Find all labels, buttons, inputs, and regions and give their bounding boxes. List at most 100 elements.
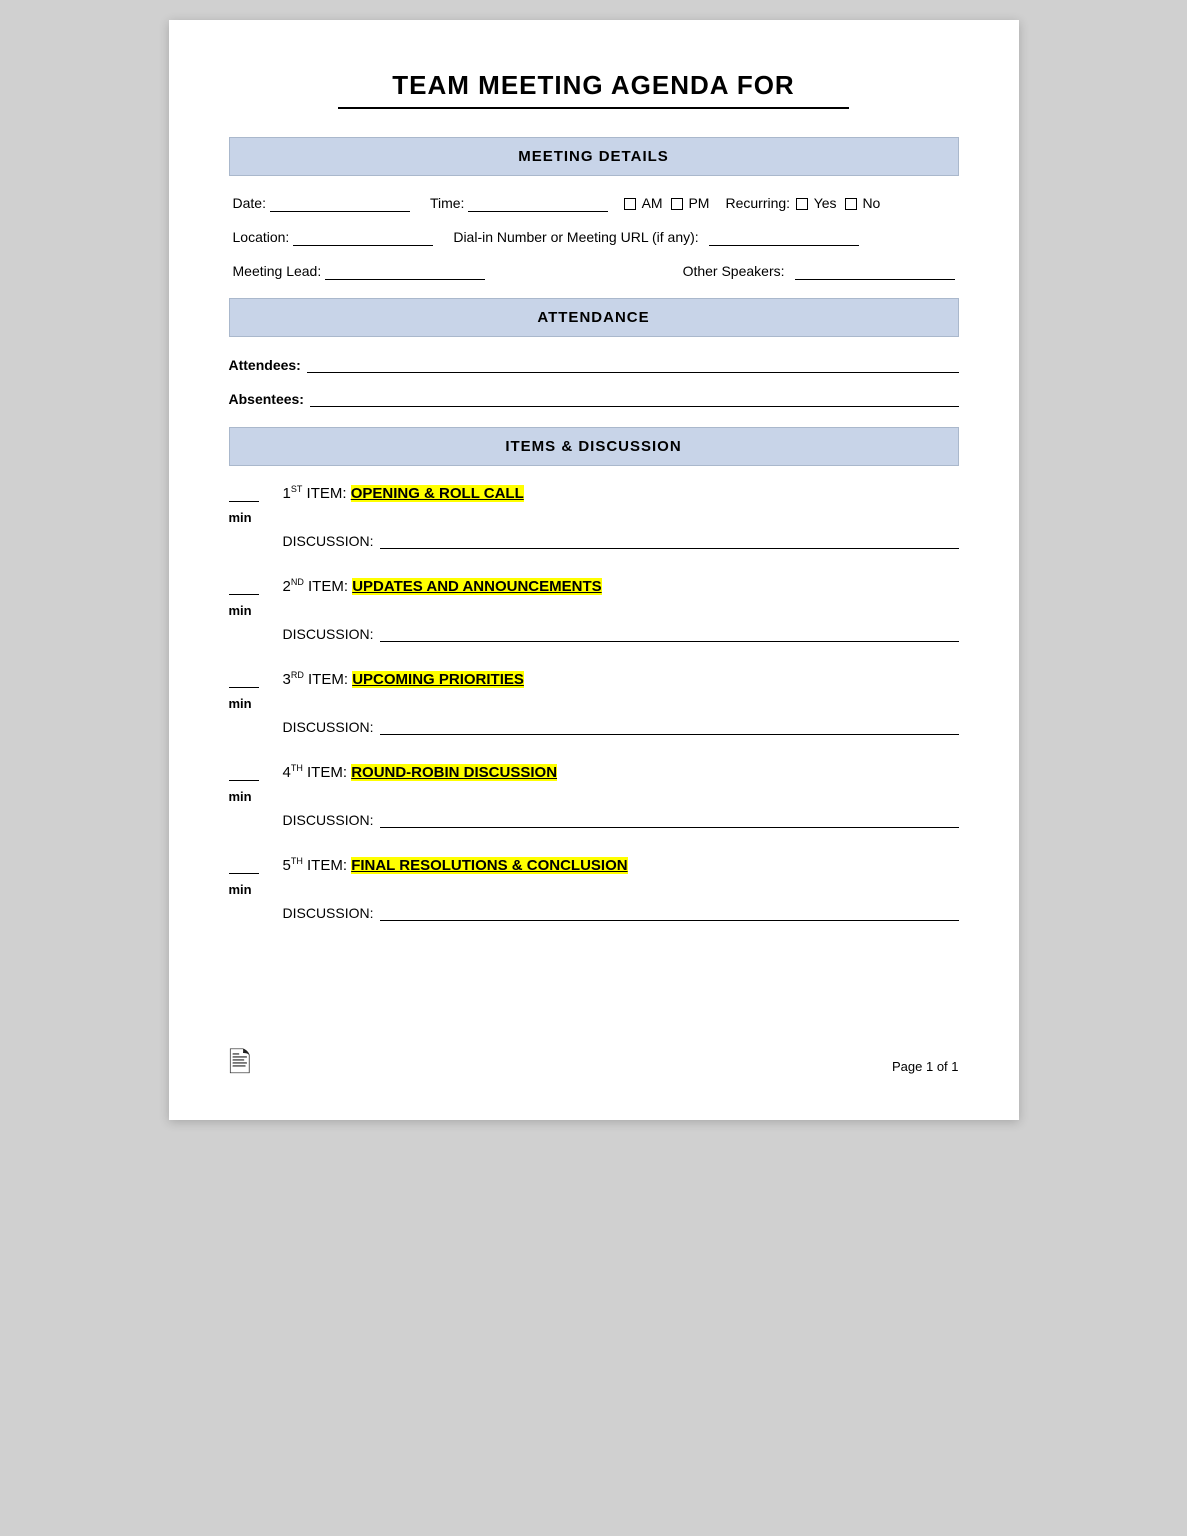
pm-checkbox[interactable] <box>671 198 683 210</box>
item-2-header-row: min 2ND ITEM: UPDATES AND ANNOUNCEMENTS <box>229 577 959 620</box>
item-3-min-blank[interactable] <box>229 670 259 688</box>
am-label: AM <box>642 195 663 211</box>
agenda-item-4: min 4TH ITEM: ROUND-ROBIN DISCUSSION DIS… <box>229 763 959 828</box>
document-page: TEAM MEETING AGENDA FOR MEETING DETAILS … <box>169 20 1019 1120</box>
details-row-3: Meeting Lead: Other Speakers: <box>233 262 955 280</box>
no-checkbox-wrapper: No <box>845 195 881 211</box>
footer: 🖹 Page 1 of 1 <box>229 1042 959 1090</box>
item-2-discussion-label: DISCUSSION: <box>283 626 374 642</box>
details-row-2: Location: Dial-in Number or Meeting URL … <box>233 228 955 246</box>
agenda-item-2: min 2ND ITEM: UPDATES AND ANNOUNCEMENTS … <box>229 577 959 642</box>
dialin-label: Dial-in Number or Meeting URL (if any): <box>453 229 698 245</box>
agenda-item-3: min 3RD ITEM: UPCOMING PRIORITIES DISCUS… <box>229 670 959 735</box>
attendees-row: Attendees: <box>229 355 959 373</box>
item-2-discussion-field[interactable] <box>380 624 959 642</box>
meeting-lead-field[interactable] <box>325 262 485 280</box>
yes-checkbox-wrapper: Yes <box>796 195 836 211</box>
item-3-discussion-row: DISCUSSION: <box>283 717 959 735</box>
item-2-min-label: min <box>229 603 252 618</box>
title-underline <box>338 107 849 109</box>
location-label: Location: <box>233 229 290 245</box>
item-2-title: 2ND ITEM: UPDATES AND ANNOUNCEMENTS <box>283 577 959 595</box>
am-checkbox-wrapper: AM <box>624 195 662 211</box>
footer-page-label: Page 1 of 1 <box>892 1059 959 1074</box>
item-4-discussion-field[interactable] <box>380 810 959 828</box>
other-speakers-field[interactable] <box>795 262 955 280</box>
item-4-min-blank[interactable] <box>229 763 259 781</box>
item-5-discussion-row: DISCUSSION: <box>283 903 959 921</box>
item-1-header-row: min 1ST ITEM: OPENING & ROLL CALL <box>229 484 959 527</box>
am-checkbox[interactable] <box>624 198 636 210</box>
attendance-header: ATTENDANCE <box>229 298 959 337</box>
meeting-lead-label: Meeting Lead: <box>233 263 322 279</box>
date-field[interactable] <box>270 194 410 212</box>
item-3-discussion-field[interactable] <box>380 717 959 735</box>
dialin-field[interactable] <box>709 228 859 246</box>
absentees-field[interactable] <box>310 389 959 407</box>
item-1-discussion-label: DISCUSSION: <box>283 533 374 549</box>
meeting-details-header: MEETING DETAILS <box>229 137 959 176</box>
item-2-name: UPDATES AND ANNOUNCEMENTS <box>352 578 601 595</box>
agenda-item-1: min 1ST ITEM: OPENING & ROLL CALL DISCUS… <box>229 484 959 549</box>
item-1-min-col: min <box>229 484 283 527</box>
item-3-title: 3RD ITEM: UPCOMING PRIORITIES <box>283 670 959 688</box>
footer-icon: 🖹 <box>229 1042 252 1090</box>
item-4-ordinal: 4TH ITEM: <box>283 764 352 781</box>
item-5-discussion-label: DISCUSSION: <box>283 905 374 921</box>
document-title: TEAM MEETING AGENDA FOR <box>229 70 959 101</box>
item-3-min-label: min <box>229 696 252 711</box>
yes-label: Yes <box>814 195 837 211</box>
item-4-discussion-row: DISCUSSION: <box>283 810 959 828</box>
pm-checkbox-wrapper: PM <box>671 195 710 211</box>
other-speakers-label: Other Speakers: <box>683 263 785 279</box>
yes-checkbox[interactable] <box>796 198 808 210</box>
agenda-item-5: min 5TH ITEM: FINAL RESOLUTIONS & CONCLU… <box>229 856 959 921</box>
item-5-min-col: min <box>229 856 283 899</box>
meeting-details-grid: Date: Time: AM PM Recurring: Yes No <box>229 194 959 280</box>
location-field[interactable] <box>293 228 433 246</box>
items-header: ITEMS & DISCUSSION <box>229 427 959 466</box>
item-3-min-col: min <box>229 670 283 713</box>
item-1-ordinal: 1ST ITEM: <box>283 485 351 502</box>
item-5-discussion-field[interactable] <box>380 903 959 921</box>
attendees-label: Attendees: <box>229 357 301 373</box>
no-checkbox[interactable] <box>845 198 857 210</box>
item-1-name: OPENING & ROLL CALL <box>351 485 524 502</box>
item-3-discussion-label: DISCUSSION: <box>283 719 374 735</box>
item-5-name: FINAL RESOLUTIONS & CONCLUSION <box>351 857 627 874</box>
item-2-min-blank[interactable] <box>229 577 259 595</box>
item-4-title: 4TH ITEM: ROUND-ROBIN DISCUSSION <box>283 763 959 781</box>
items-section: min 1ST ITEM: OPENING & ROLL CALL DISCUS… <box>229 484 959 921</box>
pm-label: PM <box>688 195 709 211</box>
date-label: Date: <box>233 195 266 211</box>
item-2-ordinal: 2ND ITEM: <box>283 578 353 595</box>
item-1-discussion-field[interactable] <box>380 531 959 549</box>
item-4-min-col: min <box>229 763 283 806</box>
item-5-min-label: min <box>229 882 252 897</box>
item-5-min-blank[interactable] <box>229 856 259 874</box>
item-1-min-label: min <box>229 510 252 525</box>
attendees-field[interactable] <box>307 355 959 373</box>
details-row-1: Date: Time: AM PM Recurring: Yes No <box>233 194 955 212</box>
recurring-label: Recurring: <box>725 195 790 211</box>
item-4-min-label: min <box>229 789 252 804</box>
item-3-header-row: min 3RD ITEM: UPCOMING PRIORITIES <box>229 670 959 713</box>
item-5-title: 5TH ITEM: FINAL RESOLUTIONS & CONCLUSION <box>283 856 959 874</box>
item-1-min-blank[interactable] <box>229 484 259 502</box>
item-5-ordinal: 5TH ITEM: <box>283 857 352 874</box>
item-4-name: ROUND-ROBIN DISCUSSION <box>351 764 557 781</box>
item-1-title: 1ST ITEM: OPENING & ROLL CALL <box>283 484 959 502</box>
attendance-section: Attendees: Absentees: <box>229 355 959 407</box>
item-3-ordinal: 3RD ITEM: <box>283 671 353 688</box>
time-label: Time: <box>430 195 464 211</box>
item-2-discussion-row: DISCUSSION: <box>283 624 959 642</box>
item-1-discussion-row: DISCUSSION: <box>283 531 959 549</box>
absentees-label: Absentees: <box>229 391 304 407</box>
no-label: No <box>862 195 880 211</box>
absentees-row: Absentees: <box>229 389 959 407</box>
item-2-min-col: min <box>229 577 283 620</box>
item-4-discussion-label: DISCUSSION: <box>283 812 374 828</box>
item-3-name: UPCOMING PRIORITIES <box>352 671 524 688</box>
item-5-header-row: min 5TH ITEM: FINAL RESOLUTIONS & CONCLU… <box>229 856 959 899</box>
time-field[interactable] <box>468 194 608 212</box>
